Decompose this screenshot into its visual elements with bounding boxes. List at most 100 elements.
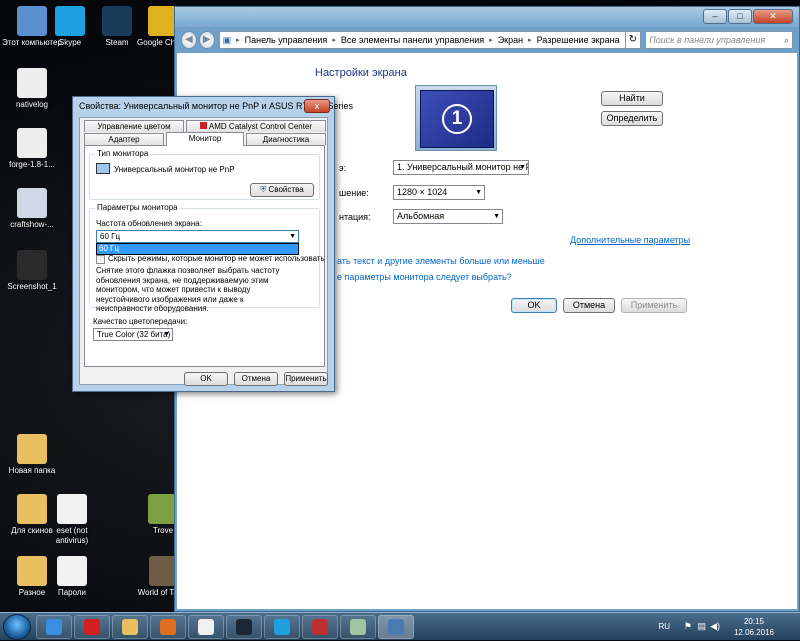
monitor-icon <box>96 163 110 174</box>
taskbar-notes[interactable] <box>340 615 376 639</box>
refresh-rate-select[interactable]: 60 Гц ▼ <box>96 230 299 243</box>
desktop-icon[interactable]: eset (not antivirus) <box>42 494 102 546</box>
desktop-icon[interactable]: forge-1.8-1... <box>2 128 62 170</box>
display-label: э: <box>339 163 347 173</box>
dialog-apply-button[interactable]: Применить <box>284 372 328 386</box>
control-panel-icon <box>388 619 404 635</box>
monitor-properties-button[interactable]: ⛨ Свойства <box>250 183 314 197</box>
taskbar-steam[interactable] <box>226 615 262 639</box>
monitor-name: Универсальный монитор не PnP <box>114 165 235 174</box>
desktop-icon-label: Screenshot_1 <box>7 282 57 291</box>
advanced-settings-link[interactable]: Дополнительные параметры <box>570 235 690 245</box>
network-icon[interactable]: ▤ <box>697 621 706 632</box>
tab-amd-catalyst[interactable]: AMD Catalyst Control Center <box>186 120 326 132</box>
minimize-button[interactable]: – <box>703 9 727 24</box>
apply-button[interactable]: Применить <box>621 298 687 313</box>
desktop-icon-label: Новая папка <box>8 466 56 475</box>
address-bar[interactable]: ▣ ▸ Панель управления ▸ Все элементы пан… <box>218 31 626 49</box>
opera-icon <box>84 619 100 635</box>
monitor-type-group: Тип монитора Универсальный монитор не Pn… <box>89 149 320 200</box>
breadcrumb-all-items[interactable]: Все элементы панели управления <box>341 35 484 45</box>
notes-icon <box>350 619 366 635</box>
desktop-icon[interactable]: Screenshot_1 <box>2 250 62 292</box>
desktop-icon[interactable]: Новая папка <box>2 434 62 476</box>
desktop-icon[interactable]: nativelog <box>2 68 62 110</box>
taskbar-yandex[interactable] <box>188 615 224 639</box>
tab-monitor[interactable]: Монитор <box>166 132 244 146</box>
breadcrumb-control-panel[interactable]: Панель управления <box>245 35 328 45</box>
desktop-icon-image <box>17 250 47 280</box>
desktop-icon-image <box>17 188 47 218</box>
desktop-icon-image <box>17 434 47 464</box>
language-indicator[interactable]: RU <box>658 622 670 631</box>
identify-button[interactable]: Определить <box>601 111 663 126</box>
desktop-icon-image <box>57 494 87 524</box>
taskbar-skype[interactable] <box>264 615 300 639</box>
steam-icon <box>236 619 252 635</box>
monitor-number: 1 <box>442 104 472 134</box>
breadcrumb-display[interactable]: Экран <box>498 35 523 45</box>
hide-modes-checkbox[interactable] <box>96 255 105 264</box>
close-button[interactable]: ✕ <box>753 9 793 24</box>
start-button[interactable] <box>3 614 31 640</box>
tab-adapter[interactable]: Адаптер <box>84 133 164 145</box>
desktop-icon-label: forge-1.8-1... <box>9 160 55 169</box>
taskbar-vimeworld[interactable] <box>302 615 338 639</box>
color-quality-label: Качество цветопередачи: <box>93 317 188 326</box>
taskbar-opera[interactable] <box>74 615 110 639</box>
desktop-icon-image <box>57 556 87 586</box>
vimeworld-icon <box>312 619 328 635</box>
desktop-icon-image <box>17 128 47 158</box>
refresh-rate-option[interactable]: 60 Гц <box>97 244 298 254</box>
monitor-params-link[interactable]: е параметры монитора следует выбрать? <box>337 272 512 282</box>
amd-icon <box>199 122 207 129</box>
shield-icon: ⛨ <box>260 185 267 194</box>
taskbar-control-panel[interactable] <box>378 615 414 639</box>
chevron-down-icon: ▼ <box>519 164 526 171</box>
text-size-link[interactable]: ать текст и другие элементы больше или м… <box>337 256 545 266</box>
skype-icon <box>274 619 290 635</box>
dialog-ok-button[interactable]: OK <box>184 372 228 386</box>
monitor-preview[interactable]: 1 <box>415 85 497 151</box>
tab-color-management[interactable]: Управление цветом <box>84 120 184 132</box>
desktop-icon-image <box>17 68 47 98</box>
window-titlebar[interactable]: – □ ✕ <box>175 7 799 27</box>
cancel-button[interactable]: Отмена <box>563 298 615 313</box>
orientation-select[interactable]: Альбомная ▼ <box>393 209 503 224</box>
taskbar: RU ⚑ ▤ ◀) 20:15 12.06.2016 <box>0 612 800 640</box>
chevron-down-icon: ▼ <box>475 189 482 196</box>
taskbar-ie[interactable] <box>36 615 72 639</box>
desktop-icon-label: Пароли <box>57 588 87 597</box>
taskbar-explorer[interactable] <box>112 615 148 639</box>
resolution-select[interactable]: 1280 × 1024 ▼ <box>393 185 485 200</box>
desktop-icon-image <box>102 6 132 36</box>
flag-icon[interactable]: ⚑ <box>684 621 692 632</box>
taskbar-media[interactable] <box>150 615 186 639</box>
maximize-button[interactable]: □ <box>728 9 752 24</box>
tab-diagnostics[interactable]: Диагностика <box>246 133 326 145</box>
desktop-icon[interactable]: Пароли <box>42 556 102 598</box>
back-button[interactable]: ◀ <box>181 31 197 49</box>
breadcrumb-resolution[interactable]: Разрешение экрана <box>537 35 620 45</box>
refresh-rate-label: Частота обновления экрана: <box>96 219 202 228</box>
desktop-icon-label: craftshow-... <box>10 220 54 229</box>
display-select[interactable]: 1. Универсальный монитор не PnP ▼ <box>393 160 529 175</box>
refresh-icon[interactable]: ↻ <box>625 31 642 49</box>
dialog-cancel-button[interactable]: Отмена <box>234 372 278 386</box>
clock[interactable]: 20:15 12.06.2016 <box>734 616 774 638</box>
volume-icon[interactable]: ◀) <box>710 621 720 632</box>
find-button[interactable]: Найти <box>601 91 663 106</box>
desktop-icon-image <box>55 6 85 36</box>
search-input[interactable]: Поиск в панели управления ⌕ <box>645 31 793 49</box>
warning-note: Снятие этого флажка позволяет выбрать ча… <box>96 266 280 313</box>
chevron-down-icon: ▼ <box>493 213 500 220</box>
dialog-close-button[interactable]: x <box>304 99 330 113</box>
monitor-properties-dialog: Свойства: Универсальный монитор не PnP и… <box>72 96 353 392</box>
color-quality-select[interactable]: True Color (32 бита) ▼ <box>93 328 173 341</box>
hide-modes-label: Скрыть режимы, которые монитор не может … <box>108 254 325 263</box>
page-title: Настройки экрана <box>315 67 407 79</box>
chevron-down-icon: ▼ <box>163 331 170 338</box>
ok-button[interactable]: OK <box>511 298 557 313</box>
forward-button[interactable]: ▶ <box>198 31 215 49</box>
desktop-icon[interactable]: craftshow-... <box>2 188 62 230</box>
